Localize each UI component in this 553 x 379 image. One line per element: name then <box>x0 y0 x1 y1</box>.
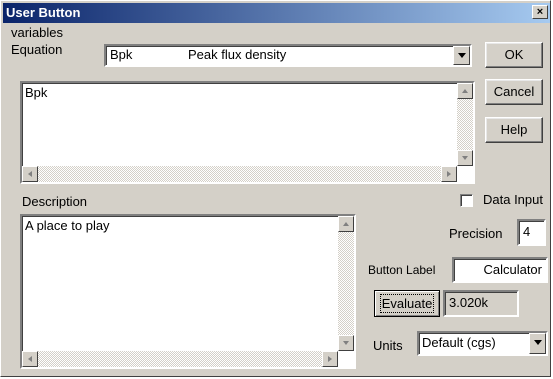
equation-textarea[interactable]: Bpk <box>20 81 475 184</box>
button-label-value: Calculator <box>483 262 542 277</box>
evaluate-result: 3.020k <box>443 290 519 317</box>
description-textarea[interactable]: A place to play <box>20 214 356 369</box>
variables-label: variables <box>11 25 64 40</box>
scroll-right-icon[interactable] <box>441 166 457 182</box>
data-input-label: Data Input <box>483 192 543 207</box>
chevron-down-icon[interactable] <box>529 333 546 354</box>
data-input-checkbox[interactable] <box>460 194 473 207</box>
window-title: User Button <box>6 5 81 20</box>
scroll-up-icon[interactable] <box>457 83 473 99</box>
evaluate-button[interactable]: Evaluate <box>374 290 440 317</box>
evaluate-result-value: 3.020k <box>449 295 489 310</box>
variables-description: Peak flux density <box>188 47 287 62</box>
precision-label: Precision <box>449 226 503 241</box>
description-label: Description <box>22 194 88 209</box>
equation-text: Bpk <box>25 85 48 100</box>
scroll-down-icon[interactable] <box>457 150 473 166</box>
variables-symbol: Bpk <box>110 47 133 62</box>
close-icon[interactable]: × <box>532 5 548 19</box>
button-label-input[interactable]: Calculator <box>452 257 548 283</box>
scroll-left-icon[interactable] <box>22 166 38 182</box>
equation-horizontal-scrollbar[interactable] <box>22 166 457 182</box>
variables-dropdown[interactable]: Bpk Peak flux density <box>104 44 472 67</box>
description-horizontal-scrollbar[interactable] <box>22 351 338 367</box>
evaluate-label: Evaluate <box>379 294 435 313</box>
scroll-right-icon[interactable] <box>322 351 338 367</box>
scroll-up-icon[interactable] <box>338 216 354 232</box>
title-bar: User Button × <box>3 3 550 23</box>
units-label: Units <box>373 338 403 353</box>
help-button[interactable]: Help <box>485 117 543 143</box>
cancel-button[interactable]: Cancel <box>485 79 543 105</box>
equation-vertical-scrollbar[interactable] <box>457 83 473 166</box>
ok-button[interactable]: OK <box>485 42 543 68</box>
description-vertical-scrollbar[interactable] <box>338 216 354 351</box>
precision-value: 4 <box>523 224 531 239</box>
scroll-left-icon[interactable] <box>22 351 38 367</box>
scroll-down-icon[interactable] <box>338 335 354 351</box>
equation-label: Equation <box>11 42 63 57</box>
user-button-dialog: User Button × variables Equation Bpk Pea… <box>0 0 551 377</box>
units-value: Default (cgs) <box>422 335 496 350</box>
chevron-down-icon[interactable] <box>453 46 470 65</box>
precision-input[interactable]: 4 <box>517 219 546 246</box>
units-dropdown[interactable]: Default (cgs) <box>417 331 548 356</box>
button-label-label: Button Label <box>368 263 436 277</box>
description-text: A place to play <box>25 218 110 233</box>
